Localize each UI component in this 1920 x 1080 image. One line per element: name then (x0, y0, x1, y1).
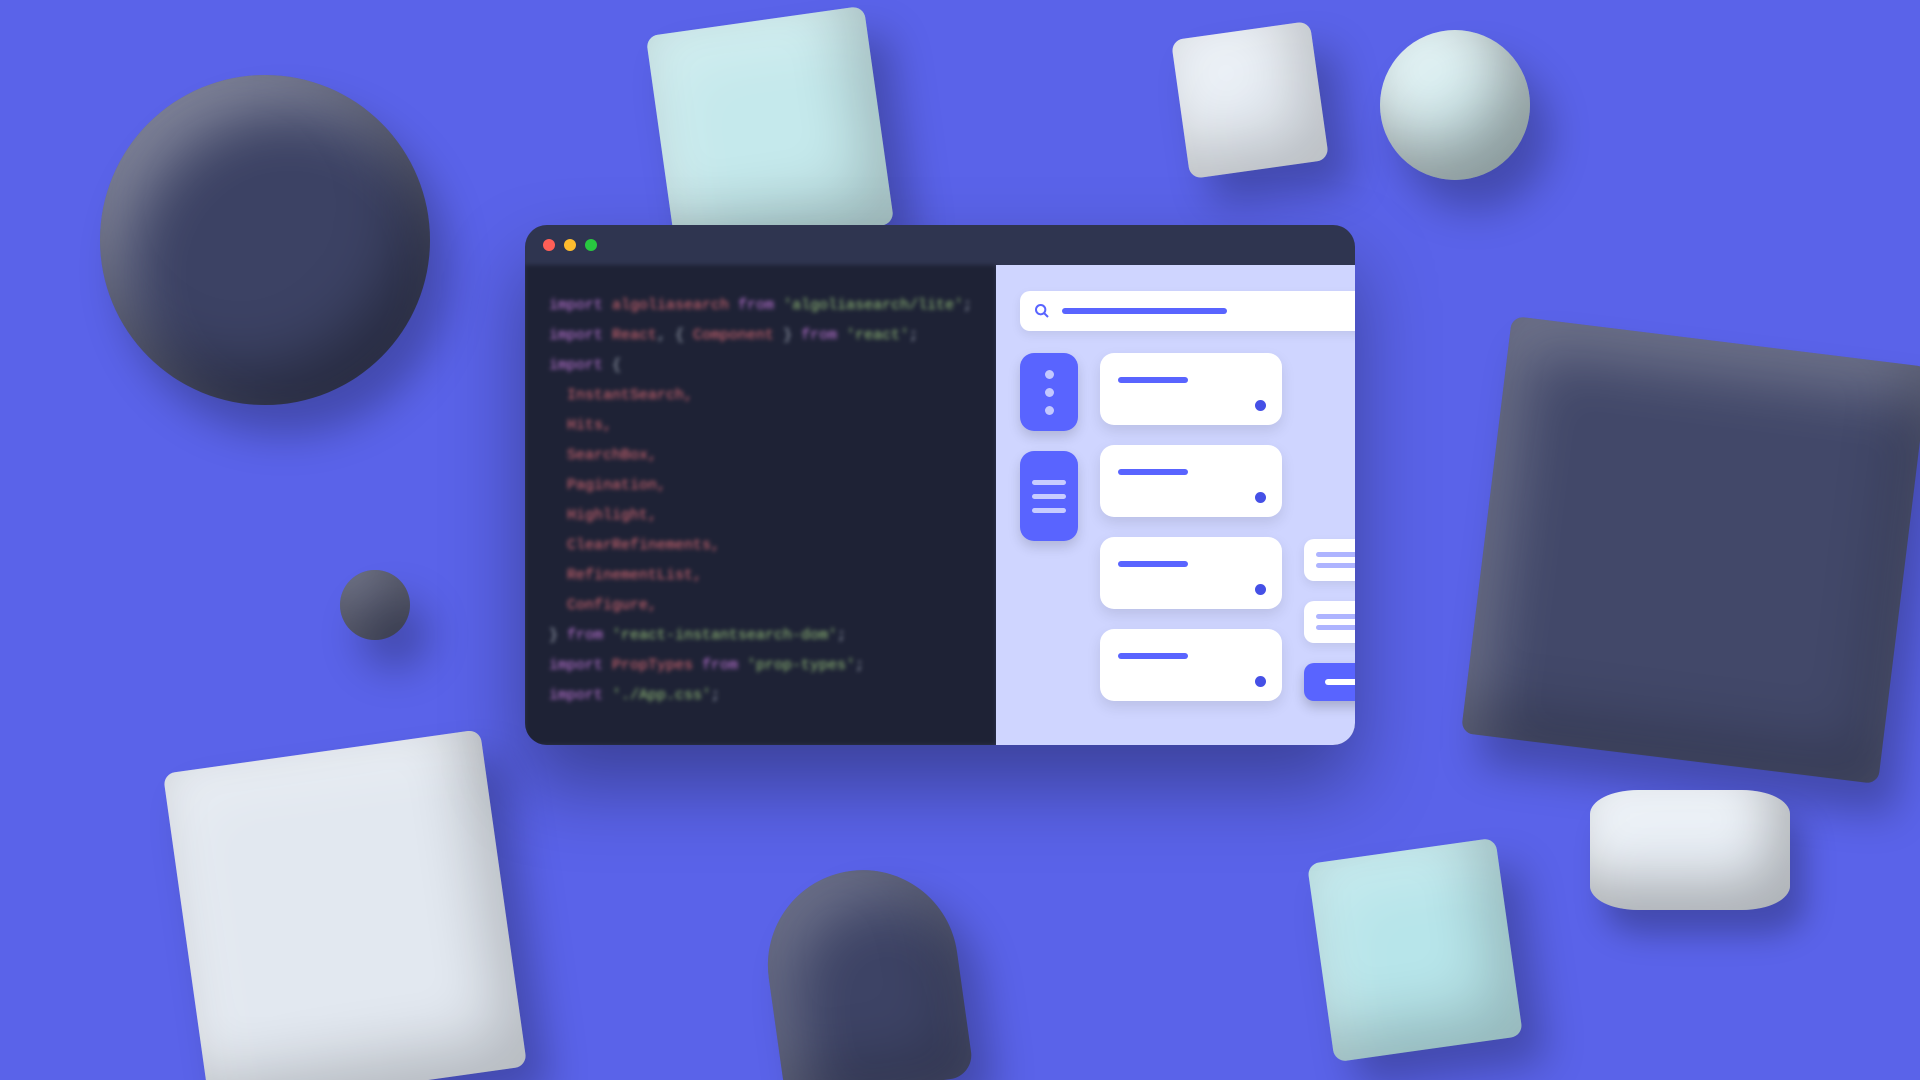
decor-cylinder (1590, 790, 1790, 910)
filter-chip-dots[interactable] (1020, 353, 1078, 431)
result-card[interactable] (1100, 445, 1282, 517)
decor-pill-navy (756, 858, 975, 1080)
app-window: import algoliasearch from 'algoliasearch… (525, 225, 1355, 745)
aside-card[interactable] (1304, 539, 1355, 581)
search-input[interactable] (1020, 291, 1355, 331)
decor-sphere-small (340, 570, 410, 640)
search-placeholder-bar (1062, 308, 1227, 314)
minimize-icon[interactable] (564, 239, 576, 251)
decor-cube-navy (1461, 316, 1920, 784)
filter-chip-lines[interactable] (1020, 451, 1078, 541)
filters-column (1020, 353, 1078, 701)
decor-cube-white (1171, 21, 1329, 179)
decor-cube-teal-2 (1307, 838, 1523, 1062)
aside-card[interactable] (1304, 601, 1355, 643)
result-card[interactable] (1100, 353, 1282, 425)
result-card[interactable] (1100, 537, 1282, 609)
ui-preview-pane (996, 265, 1355, 745)
code-pane: import algoliasearch from 'algoliasearch… (525, 265, 996, 745)
decor-sphere-teal (1380, 30, 1530, 180)
search-icon (1034, 303, 1050, 319)
aside-column (1304, 353, 1355, 701)
zoom-icon[interactable] (585, 239, 597, 251)
result-card[interactable] (1100, 629, 1282, 701)
cta-button[interactable] (1304, 663, 1355, 701)
results-column (1100, 353, 1282, 701)
decor-cube-teal (646, 6, 894, 254)
close-icon[interactable] (543, 239, 555, 251)
decor-sphere-large (100, 75, 430, 405)
decor-cube-large (163, 729, 527, 1080)
window-titlebar (525, 225, 1355, 265)
